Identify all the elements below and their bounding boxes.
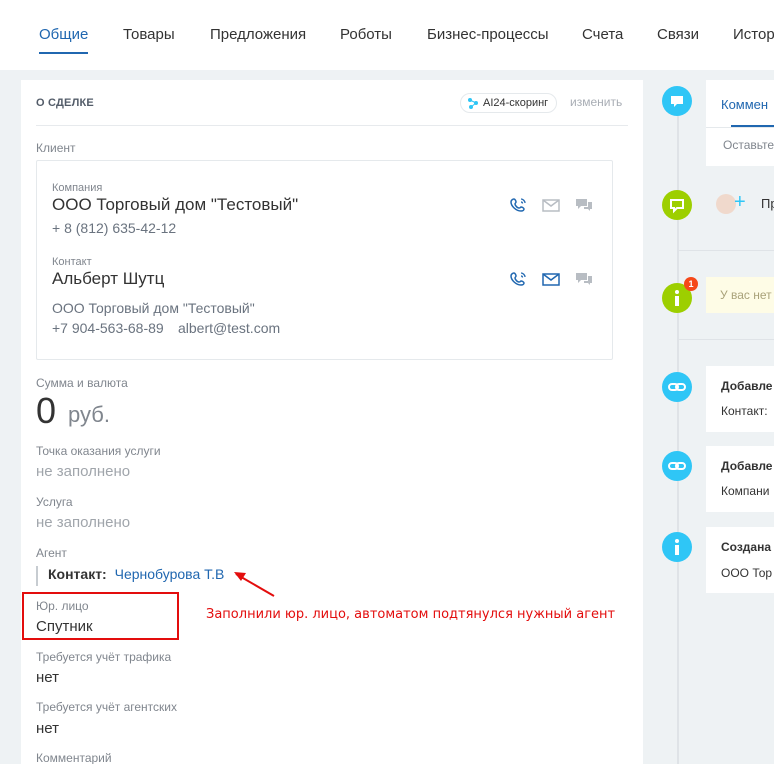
chat-icon[interactable] xyxy=(574,271,594,287)
agent-link[interactable]: Чернобурова Т.В xyxy=(115,566,225,582)
traffic-label: Требуется учёт трафика xyxy=(36,650,172,664)
mail-icon[interactable] xyxy=(541,197,561,213)
service-point-label: Точка оказания услуги xyxy=(36,444,161,458)
agent-label: Агент xyxy=(36,546,67,560)
traffic-value: нет xyxy=(36,669,59,686)
comment-editor-card: Коммен Оставьте xyxy=(706,80,774,166)
event-card-contact-added: Добавле Контакт: xyxy=(706,366,774,432)
tab-business-processes[interactable]: Бизнес-процессы xyxy=(427,26,549,43)
notice-text: У вас нет xyxy=(720,288,772,302)
agent-prefix: Контакт: xyxy=(48,566,107,582)
agency-value: нет xyxy=(36,720,59,737)
amount-label: Сумма и валюта xyxy=(36,376,128,390)
add-icon[interactable]: + xyxy=(734,191,746,213)
timeline-separator xyxy=(679,250,774,251)
contact-label: Контакт xyxy=(52,256,92,268)
event-text: ООО Тор xyxy=(721,566,773,580)
event-title: Добавле xyxy=(721,379,773,393)
ai-scoring-icon xyxy=(468,98,478,109)
highlight-box xyxy=(22,592,179,640)
annotation-arrow-icon xyxy=(234,572,275,597)
divider xyxy=(36,125,628,126)
card-title: О СДЕЛКЕ xyxy=(36,97,94,109)
contact-phone[interactable]: +7 904-563-68-89 xyxy=(52,320,164,336)
event-text: Контакт: xyxy=(721,404,768,418)
tab-offers[interactable]: Предложения xyxy=(210,26,306,43)
activity-timeline-icon xyxy=(662,190,692,220)
tab-links[interactable]: Связи xyxy=(657,26,699,43)
notice-count-badge: 1 xyxy=(684,277,698,291)
comment-input[interactable]: Оставьте xyxy=(723,138,774,152)
currency-value: руб. xyxy=(68,402,110,427)
service-value: не заполнено xyxy=(36,514,131,531)
tab-robots[interactable]: Роботы xyxy=(340,26,392,43)
annotation-text: Заполнили юр. лицо, автоматом подтянулся… xyxy=(206,607,616,622)
company-phone[interactable]: + 8 (812) 635-42-12 xyxy=(52,220,176,236)
tab-general[interactable]: Общие xyxy=(39,26,88,43)
contact-name[interactable]: Альберт Шутц xyxy=(52,269,164,289)
client-box: Компания ООО Торговый дом "Тестовый" + 8… xyxy=(36,160,613,360)
company-name[interactable]: ООО Торговый дом "Тестовый" xyxy=(52,195,298,215)
phone-icon[interactable] xyxy=(509,271,529,287)
ai-scoring-button[interactable]: AI24-скоринг xyxy=(460,93,558,113)
event-card-created: Создана ООО Тор xyxy=(706,527,774,593)
service-point-value: не заполнено xyxy=(36,463,131,480)
timeline-separator xyxy=(679,339,774,340)
agency-label: Требуется учёт агентских xyxy=(36,700,177,714)
chat-icon[interactable] xyxy=(574,197,594,213)
notice-card: У вас нет xyxy=(706,277,774,313)
tab-history[interactable]: Истор xyxy=(733,26,774,43)
deal-info-card: О СДЕЛКЕ AI24-скоринг изменить Клиент Ко… xyxy=(21,80,643,764)
activity-row: + Пр xyxy=(706,184,774,222)
mail-icon[interactable] xyxy=(541,271,561,287)
active-tab-underline xyxy=(39,52,88,54)
amount-value: 0 xyxy=(36,390,57,431)
agent-row: Контакт: Чернобурова Т.В xyxy=(36,566,224,586)
info-timeline-icon xyxy=(662,532,692,562)
phone-icon[interactable] xyxy=(509,197,529,213)
edit-link[interactable]: изменить xyxy=(570,95,622,109)
service-label: Услуга xyxy=(36,495,73,509)
comment-tab[interactable]: Коммен xyxy=(721,97,768,112)
divider xyxy=(706,127,774,128)
ai-scoring-label: AI24-скоринг xyxy=(483,97,549,109)
top-tabs: Общие Товары Предложения Роботы Бизнес-п… xyxy=(0,0,774,70)
link-timeline-icon xyxy=(662,451,692,481)
contact-email[interactable]: albert@test.com xyxy=(178,320,280,336)
event-text: Компани xyxy=(721,484,770,498)
event-card-company-added: Добавле Компани xyxy=(706,446,774,512)
event-title: Добавле xyxy=(721,459,773,473)
company-label: Компания xyxy=(52,182,103,194)
event-title: Создана xyxy=(721,540,772,554)
avatar xyxy=(716,194,736,214)
comment-timeline-icon xyxy=(662,86,692,116)
activity-text: Пр xyxy=(761,196,774,211)
comment-label: Комментарий xyxy=(36,751,112,764)
link-timeline-icon xyxy=(662,372,692,402)
client-label: Клиент xyxy=(36,141,76,155)
tab-products[interactable]: Товары xyxy=(123,26,175,43)
contact-company: ООО Торговый дом "Тестовый" xyxy=(52,300,255,316)
tab-invoices[interactable]: Счета xyxy=(582,26,623,43)
